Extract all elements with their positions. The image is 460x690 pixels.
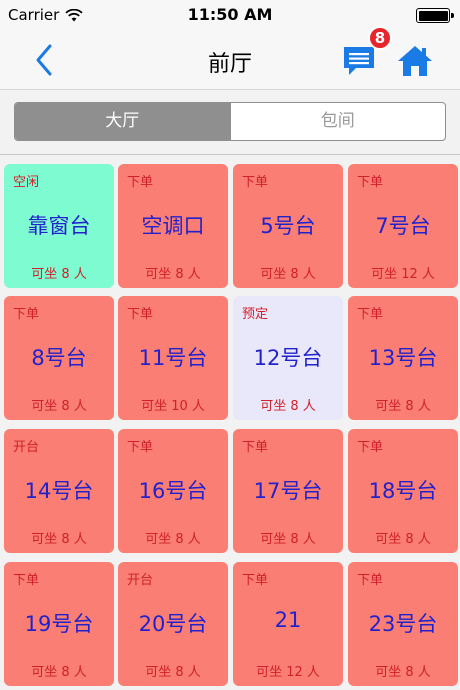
table-tile[interactable]: 下单 23号台可坐 8 人	[348, 562, 458, 686]
table-status: 下单	[357, 307, 384, 322]
home-icon[interactable]	[396, 44, 434, 78]
table-status: 开台	[13, 440, 40, 455]
table-status: 下单	[13, 307, 40, 322]
table-capacity: 可坐 8 人	[375, 665, 431, 680]
table-status: 空闲	[13, 175, 40, 190]
navigation-bar: 前厅 8	[0, 26, 460, 90]
table-capacity: 可坐 8 人	[375, 532, 431, 547]
status-bar: Carrier 11:50 AM	[0, 0, 460, 30]
table-tile[interactable]: 下单 21 可坐 12 人	[233, 562, 343, 686]
table-status: 下单	[127, 440, 154, 455]
table-name: 7号台	[375, 214, 431, 238]
table-name: 11号台	[138, 346, 208, 370]
table-capacity: 可坐 12 人	[256, 665, 320, 680]
table-name: 靠窗台	[27, 214, 91, 238]
table-status: 下单	[13, 573, 40, 588]
segment-hall[interactable]: 大厅	[15, 103, 230, 140]
table-capacity: 可坐 8 人	[145, 532, 201, 547]
table-name: 空调口	[141, 214, 205, 238]
table-name: 16号台	[138, 479, 208, 503]
table-status: 下单	[357, 440, 384, 455]
table-name: 17号台	[253, 479, 323, 503]
table-capacity: 可坐 8 人	[260, 399, 316, 414]
table-tile[interactable]: 下单 13号台可坐 8 人	[348, 296, 458, 420]
table-status: 下单	[242, 175, 269, 190]
segment-bar: 大厅 包间	[0, 91, 460, 155]
table-name: 18号台	[368, 479, 438, 503]
table-capacity: 可坐 8 人	[260, 532, 316, 547]
table-name: 20号台	[138, 612, 208, 636]
table-status: 开台	[127, 573, 154, 588]
table-capacity: 可坐 12 人	[371, 267, 435, 282]
table-capacity: 可坐 8 人	[31, 267, 87, 282]
table-capacity: 可坐 8 人	[31, 532, 87, 547]
table-tile[interactable]: 预定 12号台可坐 8 人	[233, 296, 343, 420]
table-tile[interactable]: 下单空调口可坐 8 人	[118, 164, 228, 288]
table-tile[interactable]: 下单 17号台可坐 8 人	[233, 429, 343, 553]
table-capacity: 可坐 8 人	[260, 267, 316, 282]
table-capacity: 可坐 8 人	[31, 399, 87, 414]
table-name: 8号台	[31, 346, 87, 370]
table-grid: 空闲 靠窗台 可坐 8 人下单 空调口 可坐 8 人下单 5号台 可坐 8 人下单 7号台 可坐…	[0, 162, 460, 690]
table-capacity: 可坐 8 人	[375, 399, 431, 414]
table-status: 下单	[127, 175, 154, 190]
table-status: 下单	[357, 175, 384, 190]
hall-segmented-control: 大厅 包间	[14, 102, 446, 141]
message-icon[interactable]	[342, 44, 376, 78]
table-name: 5号台	[260, 214, 316, 238]
table-capacity: 可坐 8 人	[145, 267, 201, 282]
table-status: 下单	[242, 440, 269, 455]
table-capacity: 可坐 8 人	[145, 665, 201, 680]
table-status: 下单	[242, 573, 269, 588]
table-status: 下单	[127, 307, 154, 322]
table-name: 13号台	[368, 346, 438, 370]
table-name: 12号台	[253, 346, 323, 370]
table-tile[interactable]: 下单 16号台可坐 8 人	[118, 429, 228, 553]
table-tile[interactable]: 下单 7号台可坐 12 人	[348, 164, 458, 288]
table-capacity: 可坐 10 人	[141, 399, 205, 414]
battery-icon	[416, 8, 454, 23]
table-tile[interactable]: 开台 14号台可坐 8 人	[4, 429, 114, 553]
table-name: 23号台	[368, 612, 438, 636]
table-tile[interactable]: 下单 18号台可坐 8 人	[348, 429, 458, 553]
table-tile[interactable]: 空闲靠窗台可坐 8 人	[4, 164, 114, 288]
table-tile[interactable]: 下单 11号台可坐 10 人	[118, 296, 228, 420]
table-status: 下单	[357, 573, 384, 588]
message-badge: 8	[368, 26, 392, 50]
table-tile[interactable]: 下单 19号台可坐 8 人	[4, 562, 114, 686]
page-title: 前厅	[207, 52, 252, 77]
table-status: 预定	[242, 307, 269, 322]
table-capacity: 可坐 8 人	[31, 665, 87, 680]
table-name: 14号台	[24, 479, 94, 503]
clock: 11:50 AM	[187, 5, 273, 24]
table-tile[interactable]: 下单 8号台可坐 8 人	[4, 296, 114, 420]
table-name: 19号台	[24, 612, 94, 636]
segment-private-room[interactable]: 包间	[229, 103, 446, 140]
table-tile[interactable]: 开台 20号台可坐 8 人	[118, 562, 228, 686]
table-tile[interactable]: 下单 5号台可坐 8 人	[233, 164, 343, 288]
table-name: 21	[274, 608, 302, 632]
